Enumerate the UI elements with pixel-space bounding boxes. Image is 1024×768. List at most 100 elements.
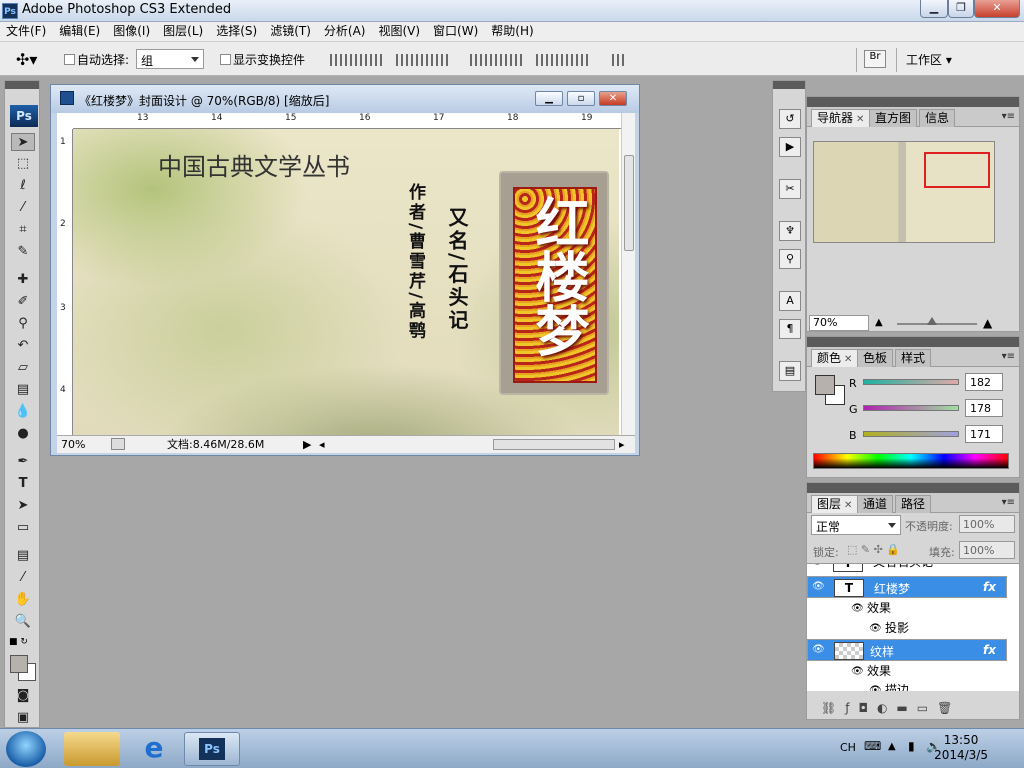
menu-select[interactable]: 选择(S) — [210, 22, 264, 41]
screen-mode-icon[interactable]: ▣ — [11, 709, 35, 727]
tab-swatches[interactable]: 色板 — [857, 349, 894, 367]
brush-tool-icon[interactable]: ✐ — [11, 293, 35, 311]
eye-icon[interactable]: 👁 — [811, 564, 825, 567]
zoom-out-icon[interactable]: ▲ — [875, 317, 883, 328]
menu-layer[interactable]: 图层(L) — [157, 22, 210, 41]
scroll-left-icon[interactable]: ◂ — [319, 437, 325, 453]
b-value-field[interactable]: 171 — [965, 425, 1003, 443]
tab-info[interactable]: 信息 — [919, 109, 956, 127]
hand-tool-icon[interactable]: ✋ — [11, 591, 35, 609]
close-icon[interactable]: ✕ — [844, 500, 852, 511]
photoshop-taskbar-button[interactable]: Ps — [184, 732, 240, 766]
close-button[interactable]: ✕ — [974, 0, 1020, 18]
toolbox-header[interactable] — [5, 81, 39, 89]
notes-tool-icon[interactable]: ▤ — [11, 547, 35, 565]
marquee-tool-icon[interactable]: ⬚ — [11, 155, 35, 173]
path-select-icon[interactable]: ➤ — [11, 497, 35, 515]
keyboard-icon[interactable]: ⌨ — [864, 739, 881, 753]
foreground-color-swatch[interactable] — [10, 655, 28, 673]
close-icon[interactable]: ✕ — [844, 354, 852, 365]
navigator-thumbnail[interactable] — [813, 141, 995, 243]
show-transform-checkbox[interactable]: 显示变换控件 — [220, 51, 305, 68]
eye-icon[interactable]: 👁 — [812, 645, 826, 655]
lasso-tool-icon[interactable]: ℓ — [11, 177, 35, 195]
character-panel-icon[interactable]: A — [779, 291, 801, 311]
cover-artwork[interactable]: 中国古典文学丛书 作者/曹雪芹/高鹗 又名/石头记 红楼梦 — [73, 129, 619, 435]
panel-header[interactable] — [807, 483, 1019, 493]
scroll-right-icon[interactable]: ▸ — [619, 437, 625, 453]
tab-layers[interactable]: 图层 ✕ — [811, 495, 859, 513]
auto-select-checkbox[interactable]: 自动选择: — [64, 51, 129, 68]
history-panel-icon[interactable]: ↺ — [779, 109, 801, 129]
layer-row-selected[interactable]: 👁 纹样 fx — [807, 639, 1007, 661]
dock-header[interactable] — [773, 81, 805, 89]
doc-maximize-button[interactable]: ▫ — [567, 91, 595, 106]
menu-image[interactable]: 图像(I) — [107, 22, 157, 41]
distribute-buttons-2[interactable] — [536, 54, 590, 66]
healing-brush-icon[interactable]: ✚ — [11, 271, 35, 289]
navigator-zoom-field[interactable]: 70% — [809, 315, 869, 331]
view-box[interactable] — [924, 152, 990, 188]
vertical-ruler[interactable]: 1 2 3 4 — [57, 129, 73, 435]
play-arrow-icon[interactable]: ▶ — [303, 437, 311, 453]
brushes-panel-icon[interactable]: ♆ — [779, 221, 801, 241]
show-hidden-icons[interactable]: ▲ — [888, 741, 896, 752]
tab-navigator[interactable]: 导航器 ✕ — [811, 109, 871, 127]
layer-comps-icon[interactable]: ▤ — [779, 361, 801, 381]
blend-mode-dropdown[interactable]: 正常 — [811, 515, 901, 535]
checkbox-icon[interactable] — [64, 54, 75, 65]
auto-select-dropdown[interactable]: 组 — [136, 49, 204, 69]
doc-minimize-button[interactable]: ▁ — [535, 91, 563, 106]
opacity-field[interactable]: 100% — [959, 515, 1015, 533]
slider-thumb[interactable] — [927, 317, 937, 325]
effect-item-row[interactable]: 👁 描边 — [807, 680, 1007, 691]
clone-stamp-icon[interactable]: ⚲ — [11, 315, 35, 333]
menu-help[interactable]: 帮助(H) — [485, 22, 540, 41]
layers-bottom-toolbar[interactable]: ⛓ƒ◘◐▬▭🗑 — [807, 699, 1019, 719]
fx-icon[interactable]: fx — [983, 577, 996, 598]
type-tool-icon[interactable]: T — [11, 475, 35, 493]
tool-presets-icon[interactable]: ✂ — [779, 179, 801, 199]
effect-item-row[interactable]: 👁 投影 — [807, 618, 1007, 638]
zoom-readout[interactable]: 70% — [61, 437, 85, 453]
eye-icon[interactable]: 👁 — [869, 618, 882, 639]
panel-menu-icon[interactable]: ▾≡ — [1002, 351, 1015, 362]
effects-row[interactable]: 👁 效果 — [807, 598, 1007, 618]
eye-icon[interactable]: 👁 — [851, 661, 864, 682]
magic-wand-icon[interactable]: ⁄ — [11, 199, 35, 217]
canvas-area[interactable]: 13 14 15 16 17 18 19 1 2 3 4 中国古典文学丛书 作者… — [57, 113, 635, 435]
status-menu-icon[interactable] — [111, 438, 125, 450]
move-tool-icon[interactable]: ✣▾ — [16, 50, 37, 69]
tab-color[interactable]: 颜色 ✕ — [811, 349, 859, 367]
eye-icon[interactable]: 👁 — [812, 582, 826, 592]
actions-panel-icon[interactable]: ▶ — [779, 137, 801, 157]
swap-colors-icon[interactable]: ■ ↻ — [9, 637, 28, 647]
move-tool-icon[interactable]: ➤ — [11, 133, 35, 151]
minimize-button[interactable]: ▁ — [920, 0, 948, 18]
layer-row[interactable]: 👁 T 又名石头记 — [807, 564, 1007, 574]
menu-analysis[interactable]: 分析(A) — [318, 22, 373, 41]
fg-color-swatch[interactable] — [815, 375, 835, 395]
explorer-icon[interactable] — [64, 732, 120, 766]
close-icon[interactable]: ✕ — [856, 114, 864, 125]
b-slider[interactable] — [863, 431, 959, 437]
horizontal-scrollbar[interactable] — [493, 439, 615, 450]
menu-file[interactable]: 文件(F) — [0, 22, 53, 41]
start-button[interactable] — [6, 731, 46, 767]
r-slider[interactable] — [863, 379, 959, 385]
layer-row-selected[interactable]: 👁 T 红楼梦 fx — [807, 576, 1007, 598]
color-spectrum[interactable] — [813, 453, 1009, 469]
language-indicator[interactable]: CH — [840, 741, 856, 754]
tab-styles[interactable]: 样式 — [895, 349, 932, 367]
fill-field[interactable]: 100% — [959, 541, 1015, 559]
effects-row[interactable]: 👁 效果 — [807, 661, 1007, 681]
r-value-field[interactable]: 182 — [965, 373, 1003, 391]
tab-channels[interactable]: 通道 — [857, 495, 894, 513]
panel-header[interactable] — [807, 97, 1019, 107]
blur-tool-icon[interactable]: 💧 — [11, 403, 35, 421]
maximize-button[interactable]: ❐ — [948, 0, 974, 18]
align-buttons-2[interactable] — [396, 54, 448, 66]
vertical-scrollbar[interactable] — [621, 113, 635, 435]
panel-menu-icon[interactable]: ▾≡ — [1002, 497, 1015, 508]
dodge-tool-icon[interactable]: ● — [11, 425, 35, 443]
